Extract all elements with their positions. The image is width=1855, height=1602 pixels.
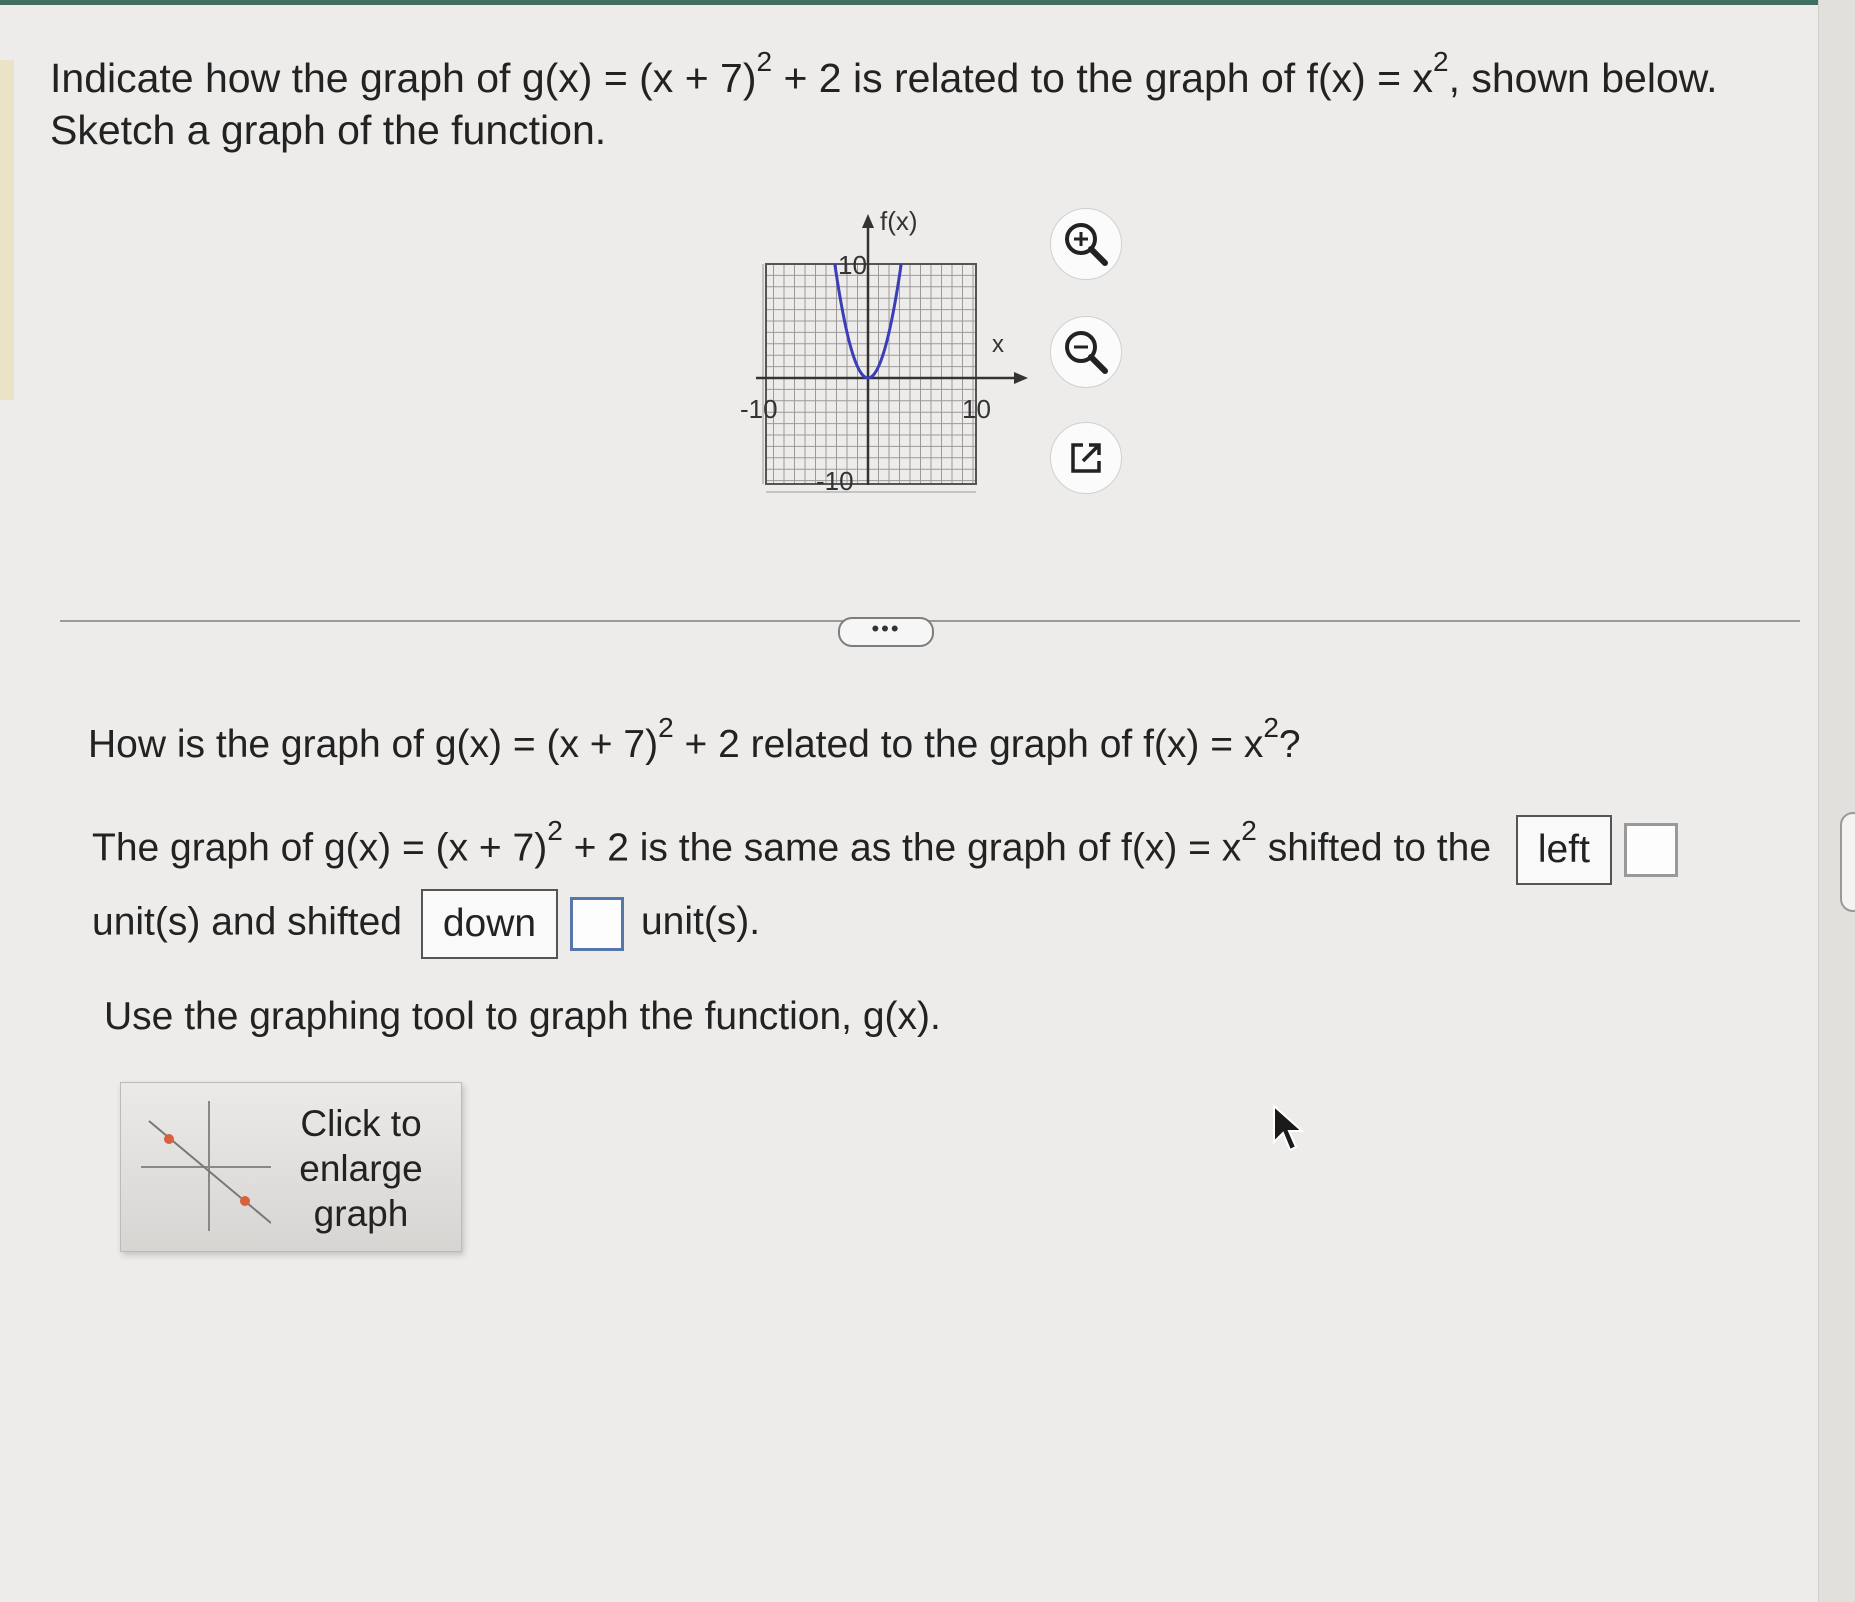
prompt-line-1: Indicate how the graph of g(x) = (x + 7)… xyxy=(50,46,1718,101)
question-text: How is the graph of g(x) = (x + 7)2 + 2 … xyxy=(88,712,1301,767)
right-panel-handle[interactable] xyxy=(1840,812,1855,912)
zoom-in-button[interactable] xyxy=(1050,208,1122,280)
external-link-icon xyxy=(1071,443,1101,473)
vertical-units-input[interactable] xyxy=(570,897,625,951)
vertical-direction-dropdown[interactable]: down xyxy=(420,889,559,959)
zoom-out-button[interactable] xyxy=(1050,316,1122,388)
parabola-graph-svg: f(x) x -10 10 10 -10 xyxy=(740,206,1028,496)
y-axis-arrow xyxy=(862,214,874,228)
enlarge-graph-button[interactable]: Click to enlarge graph xyxy=(120,1082,462,1252)
answer-sentence: The graph of g(x) = (x + 7)2 + 2 is the … xyxy=(92,815,1692,959)
popout-button[interactable] xyxy=(1050,422,1122,494)
mouse-pointer-icon xyxy=(1273,1104,1305,1152)
zoom-in-icon xyxy=(1065,223,1108,266)
graphing-instruction: Use the graphing tool to graph the funct… xyxy=(104,995,941,1038)
x-max-label: 10 xyxy=(962,394,991,424)
left-accent-strip xyxy=(0,60,14,400)
reference-graph: f(x) x -10 10 10 -10 xyxy=(730,200,1050,500)
right-scroll-region[interactable] xyxy=(1818,0,1855,1602)
horizontal-direction-dropdown[interactable]: left xyxy=(1515,815,1612,885)
horizontal-units-input[interactable] xyxy=(1623,823,1678,877)
more-options-button[interactable]: ••• xyxy=(838,617,934,647)
answer-line-1: The graph of g(x) = (x + 7)2 + 2 is the … xyxy=(92,815,1692,885)
answer-line-2: unit(s) and shifted down unit(s). xyxy=(92,889,1692,959)
graph-frame xyxy=(765,263,977,485)
prompt-line-2: Sketch a graph of the function. xyxy=(50,107,607,153)
enlarge-graph-label: Click to enlarge graph xyxy=(299,1103,423,1234)
zoom-out-icon xyxy=(1065,331,1108,374)
top-bar xyxy=(0,0,1855,5)
x-axis-label: x xyxy=(992,331,1004,358)
x-axis-arrow xyxy=(1014,372,1028,384)
graph-thumbnail-icon xyxy=(141,1101,271,1231)
y-min-label: -10 xyxy=(816,466,854,496)
x-min-label: -10 xyxy=(740,394,778,424)
y-max-label: 10 xyxy=(838,250,867,280)
y-axis-label: f(x) xyxy=(880,206,918,236)
problem-prompt: Indicate how the graph of g(x) = (x + 7)… xyxy=(50,46,1750,156)
